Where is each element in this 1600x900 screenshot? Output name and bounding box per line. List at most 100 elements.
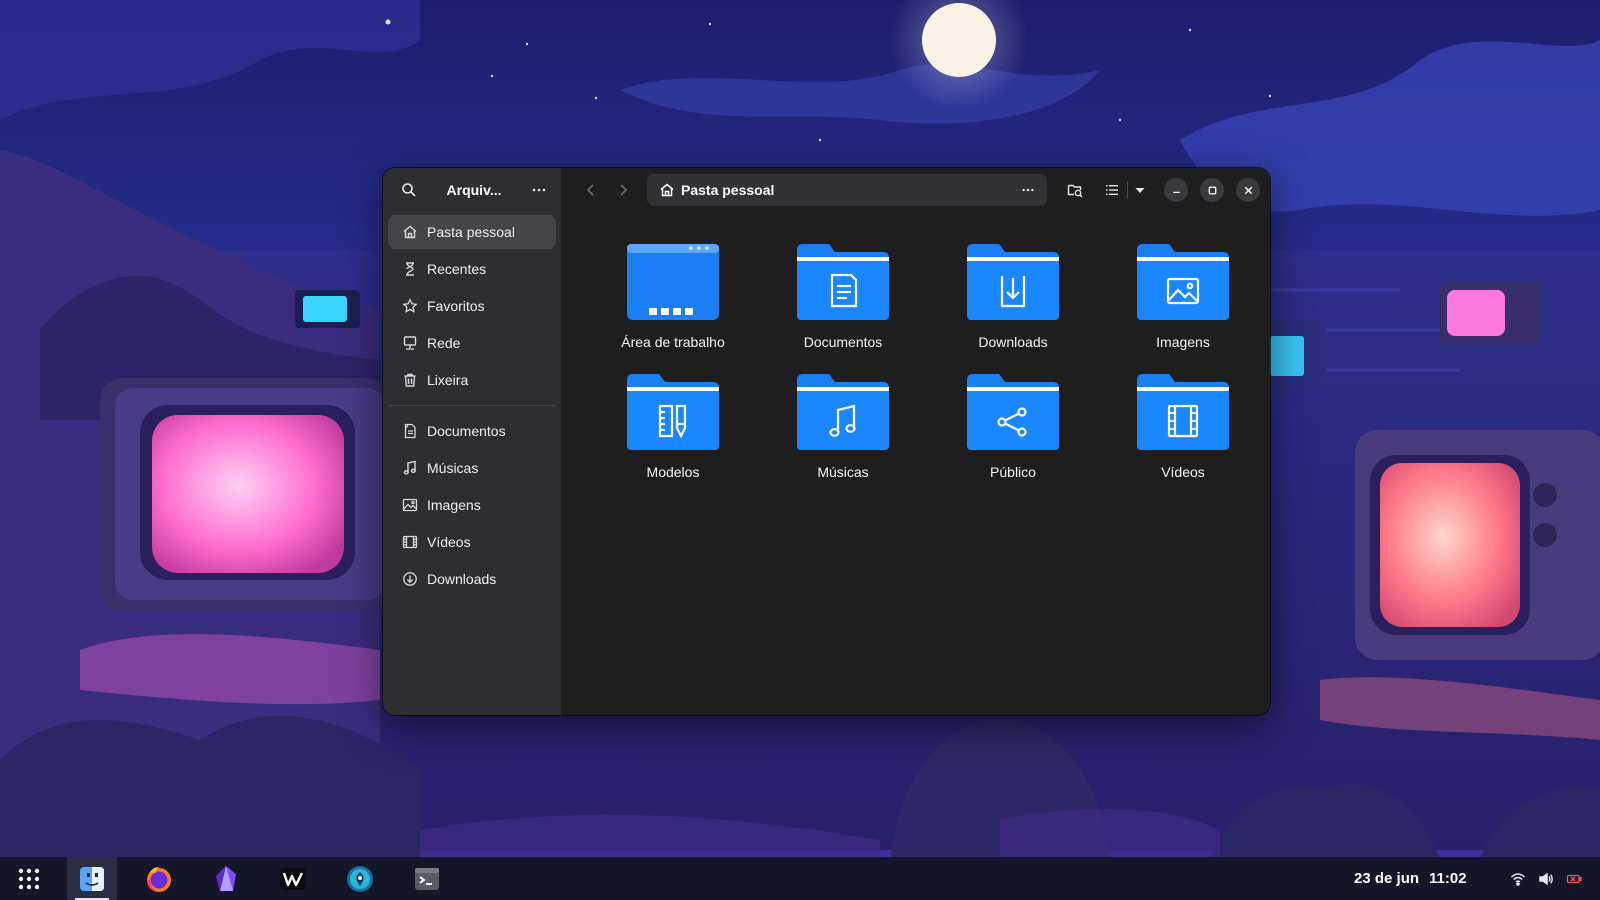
warp-icon xyxy=(280,867,306,890)
folder-item-documents[interactable]: Documentos xyxy=(758,242,928,350)
document-icon xyxy=(404,423,416,439)
search-icon xyxy=(402,183,416,197)
minimize-button[interactable] xyxy=(1164,178,1188,202)
music-icon xyxy=(403,460,416,475)
system-tray[interactable] xyxy=(1510,857,1594,900)
folder-item-videos[interactable]: Vídeos xyxy=(1098,372,1268,480)
folder-name: Downloads xyxy=(978,334,1048,350)
sidebar-item-pictures[interactable]: Imagens xyxy=(388,488,556,522)
list-view-button[interactable] xyxy=(1097,176,1127,204)
sidebar-item-label: Rede xyxy=(427,335,461,351)
volume-icon xyxy=(1539,872,1553,885)
sidebar-item-home[interactable]: Pasta pessoal xyxy=(388,215,556,249)
sidebar-item-documents[interactable]: Documentos xyxy=(388,414,556,448)
taskbar-firefox-app[interactable] xyxy=(134,857,184,900)
sidebar-item-label: Recentes xyxy=(427,261,487,277)
pictures-folder-icon xyxy=(1137,244,1229,320)
header-bar: Pasta pessoal xyxy=(561,168,1270,212)
sidebar-item-label: Lixeira xyxy=(427,372,469,388)
folder-item-music[interactable]: Músicas xyxy=(758,372,928,480)
chevron-right-icon xyxy=(620,184,628,196)
console-icon xyxy=(415,867,439,890)
app-grid-icon xyxy=(18,868,40,889)
app-grid-button[interactable] xyxy=(0,857,58,900)
files-icon xyxy=(80,866,104,891)
sidebar-item-recent[interactable]: Recentes xyxy=(388,252,556,286)
home-icon xyxy=(403,225,417,239)
view-toggle xyxy=(1097,176,1152,204)
sidebar-item-label: Documentos xyxy=(427,423,506,439)
clock[interactable]: 23 de jun 11:02 xyxy=(1354,857,1477,900)
sidebar-separator xyxy=(388,405,556,406)
clock-icon xyxy=(406,262,414,276)
places-list: Pasta pessoal Recentes Favoritos Rede Li… xyxy=(383,215,561,397)
sidebar-item-network[interactable]: Rede xyxy=(388,326,556,360)
back-button[interactable] xyxy=(575,176,607,204)
maximize-button[interactable] xyxy=(1200,178,1224,202)
documents-folder-icon xyxy=(797,244,889,320)
sidebar-item-trash[interactable]: Lixeira xyxy=(388,363,556,397)
trash-icon xyxy=(404,373,416,387)
sidebar-item-videos[interactable]: Vídeos xyxy=(388,525,556,559)
network-icon xyxy=(403,336,417,350)
volume-status[interactable] xyxy=(1538,871,1554,887)
main-menu-button[interactable] xyxy=(527,178,551,202)
folder-item-public[interactable]: Público xyxy=(928,372,1098,480)
sidebar-item-favorites[interactable]: Favoritos xyxy=(388,289,556,323)
folder-search-icon xyxy=(1067,184,1083,198)
search-button[interactable] xyxy=(397,178,421,202)
templates-folder-icon xyxy=(627,374,719,450)
caret-down-icon xyxy=(1135,188,1145,193)
taskbar-assistant-app[interactable] xyxy=(335,857,385,900)
folder-item-downloads[interactable]: Downloads xyxy=(928,242,1098,350)
taskbar: 23 de jun 11:02 xyxy=(0,857,1600,900)
folder-name: Imagens xyxy=(1156,334,1210,350)
folder-name: Área de trabalho xyxy=(621,334,725,350)
downloads-folder-icon xyxy=(967,244,1059,320)
battery-status[interactable] xyxy=(1566,871,1582,887)
forward-button[interactable] xyxy=(607,176,639,204)
sidebar-item-label: Imagens xyxy=(427,497,481,513)
folder-name: Público xyxy=(990,464,1036,480)
taskbar-terminal-app[interactable] xyxy=(402,857,452,900)
folder-grid: Área de trabalho Documentos Downloads Im… xyxy=(588,242,1268,480)
maximize-icon xyxy=(1208,186,1216,194)
search-files-button[interactable] xyxy=(1059,176,1091,204)
taskbar-warp-app[interactable] xyxy=(268,857,318,900)
close-icon xyxy=(1244,186,1252,194)
download-icon xyxy=(403,572,417,586)
path-menu-button[interactable] xyxy=(1017,179,1039,201)
sidebar-item-music[interactable]: Músicas xyxy=(388,451,556,485)
folder-item-desktop[interactable]: Área de trabalho xyxy=(588,242,758,350)
main-content: Pasta pessoal Área de trabalho Documento… xyxy=(561,168,1270,715)
folder-name: Músicas xyxy=(817,464,869,480)
videos-folder-icon xyxy=(1137,374,1229,450)
sidebar-item-label: Músicas xyxy=(427,460,479,476)
image-icon xyxy=(402,498,418,512)
folder-name: Modelos xyxy=(646,464,700,480)
sidebar-item-label: Pasta pessoal xyxy=(427,224,515,240)
more-icon xyxy=(1022,188,1034,192)
folder-name: Vídeos xyxy=(1161,464,1205,480)
home-icon xyxy=(660,183,674,197)
path-bar[interactable]: Pasta pessoal xyxy=(647,174,1047,206)
minimize-icon xyxy=(1172,191,1180,193)
sidebar-item-label: Vídeos xyxy=(427,534,471,550)
music-folder-icon xyxy=(797,374,889,450)
folder-item-templates[interactable]: Modelos xyxy=(588,372,758,480)
taskbar-obsidian-app[interactable] xyxy=(201,857,251,900)
sidebar-item-downloads[interactable]: Downloads xyxy=(388,562,556,596)
folder-name: Documentos xyxy=(803,334,883,350)
star-icon xyxy=(402,298,418,313)
more-icon xyxy=(532,188,546,192)
wifi-status[interactable] xyxy=(1510,871,1526,887)
sidebar-item-label: Downloads xyxy=(427,571,497,587)
battery-icon xyxy=(1566,874,1582,883)
taskbar-files-app[interactable] xyxy=(67,857,117,900)
sidebar-header: Arquiv... xyxy=(383,168,561,212)
close-button[interactable] xyxy=(1236,178,1260,202)
current-path-label: Pasta pessoal xyxy=(681,182,775,198)
view-options-button[interactable] xyxy=(1128,176,1152,204)
clock-time: 11:02 xyxy=(1429,870,1467,887)
folder-item-pictures[interactable]: Imagens xyxy=(1098,242,1268,350)
